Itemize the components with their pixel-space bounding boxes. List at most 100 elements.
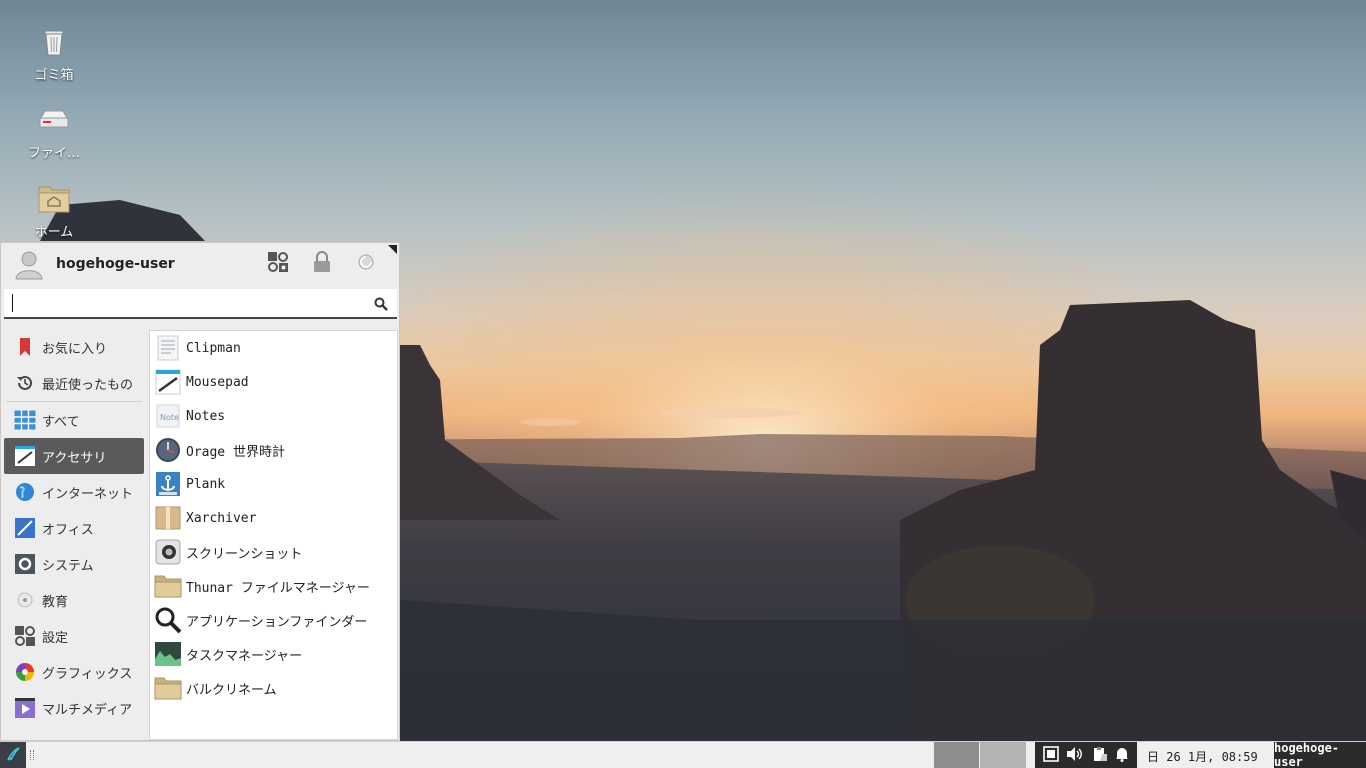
accessories-icon	[14, 445, 36, 467]
clipboard-tray-icon[interactable]	[1092, 746, 1108, 765]
app-item-bulk-rename[interactable]: バルクリネーム	[150, 671, 397, 705]
app-label: Thunar ファイルマネージャー	[186, 580, 370, 596]
category-list: お気に入り 最近使ったもの すべて アクセサリ インターネット オフィス システ…	[4, 329, 144, 726]
user-avatar-icon[interactable]	[13, 248, 45, 280]
office-icon	[14, 517, 36, 539]
desktop-icon-filesystem[interactable]: ファイ…	[22, 102, 86, 161]
app-item-task-manager[interactable]: タスクマネージャー	[150, 637, 397, 671]
folder-icon	[154, 674, 182, 702]
application-list: Clipman Mousepad Note Notes Orage 世界時計 P…	[149, 330, 398, 740]
desktop-icon-label: ファイ…	[27, 146, 80, 161]
workspace-1[interactable]	[934, 742, 979, 768]
settings-manager-icon	[267, 251, 289, 277]
app-item-screenshot[interactable]: スクリーンショット	[150, 535, 397, 569]
category-office[interactable]: オフィス	[4, 510, 144, 546]
volume-icon[interactable]	[1066, 746, 1084, 765]
category-internet[interactable]: インターネット	[4, 474, 144, 510]
desktop-icon-trash[interactable]: ゴミ箱	[22, 24, 86, 83]
menu-header: hogehoge-user	[1, 243, 399, 285]
app-item-mousepad[interactable]: Mousepad	[150, 365, 397, 399]
app-item-clipman[interactable]: Clipman	[150, 331, 397, 365]
category-label: 教育	[42, 594, 69, 610]
category-label: 最近使ったもの	[42, 377, 134, 393]
clock-icon	[154, 436, 182, 464]
logout-button[interactable]	[353, 251, 379, 277]
desktop-icon-label: ホーム	[34, 225, 74, 240]
graphics-icon	[14, 661, 36, 683]
text-editor-icon	[154, 368, 182, 396]
folder-icon	[154, 572, 182, 600]
clipboard-icon	[154, 334, 182, 362]
bottom-panel: 日 26 1月, 08:59 hogehoge-user	[0, 741, 1366, 768]
search-input[interactable]	[10, 292, 360, 314]
category-accessories[interactable]: アクセサリ	[4, 438, 144, 474]
multimedia-icon	[14, 697, 36, 719]
xfce-logo-icon	[5, 746, 21, 765]
search-box[interactable]	[4, 289, 397, 319]
app-label: Orage 世界時計	[186, 444, 285, 460]
app-label: Mousepad	[186, 374, 249, 390]
archive-box-icon	[154, 504, 182, 532]
drive-icon	[36, 102, 72, 138]
system-tray	[1035, 742, 1137, 768]
app-label: Xarchiver	[186, 510, 257, 526]
app-label: アプリケーションファインダー	[186, 614, 368, 630]
anchor-icon	[154, 470, 182, 498]
category-label: 設定	[42, 630, 69, 646]
app-item-plank[interactable]: Plank	[150, 467, 397, 501]
desktop-icon-home[interactable]: ホーム	[22, 181, 86, 240]
bookmark-icon	[14, 336, 36, 358]
category-label: インターネット	[42, 486, 134, 502]
app-item-app-finder[interactable]: アプリケーションファインダー	[150, 603, 397, 637]
category-label: システム	[42, 558, 94, 574]
category-label: グラフィックス	[42, 666, 133, 682]
whisker-menu-button[interactable]	[0, 742, 26, 768]
category-system[interactable]: システム	[4, 546, 144, 582]
settings-icon	[14, 625, 36, 647]
settings-manager-button[interactable]	[265, 251, 291, 277]
app-item-xarchiver[interactable]: Xarchiver	[150, 501, 397, 535]
category-favorites[interactable]: お気に入り	[4, 329, 144, 365]
panel-username[interactable]: hogehoge-user	[1274, 741, 1366, 768]
education-icon	[14, 589, 36, 611]
search-icon	[374, 296, 388, 315]
app-label: Notes	[186, 408, 226, 424]
username: hogehoge-user	[56, 256, 175, 272]
category-graphics[interactable]: グラフィックス	[4, 654, 144, 690]
trash-icon	[36, 24, 72, 60]
grid-icon	[14, 409, 36, 431]
category-recent[interactable]: 最近使ったもの	[4, 365, 144, 401]
category-education[interactable]: 教育	[4, 582, 144, 618]
lock-screen-button[interactable]	[309, 251, 335, 277]
category-multimedia[interactable]: マルチメディア	[4, 690, 144, 726]
globe-icon	[14, 481, 36, 503]
category-label: マルチメディア	[42, 702, 133, 718]
task-graph-icon	[154, 640, 182, 668]
category-label: アクセサリ	[42, 450, 107, 466]
category-settings[interactable]: 設定	[4, 618, 144, 654]
desktop-icon-label: ゴミ箱	[34, 68, 74, 83]
category-label: すべて	[42, 414, 80, 430]
system-icon	[14, 553, 36, 575]
svg-text:Note: Note	[160, 413, 179, 422]
panel-drag-handle[interactable]	[30, 750, 34, 760]
notification-bell-icon[interactable]	[1115, 746, 1129, 765]
app-item-notes[interactable]: Note Notes	[150, 399, 397, 433]
app-label: タスクマネージャー	[186, 648, 303, 664]
app-label: バルクリネーム	[186, 682, 277, 698]
clock[interactable]: 日 26 1月, 08:59	[1147, 748, 1258, 765]
camera-icon	[154, 538, 182, 566]
workspace-2[interactable]	[980, 742, 1026, 768]
app-item-orage-clock[interactable]: Orage 世界時計	[150, 433, 397, 467]
network-icon[interactable]	[1042, 745, 1059, 765]
category-all[interactable]: すべて	[4, 402, 144, 438]
category-label: オフィス	[42, 522, 94, 538]
app-label: スクリーンショット	[186, 546, 303, 562]
notes-icon: Note	[154, 402, 182, 430]
text-caret	[12, 294, 13, 312]
app-item-thunar[interactable]: Thunar ファイルマネージャー	[150, 569, 397, 603]
magnifier-icon	[154, 606, 182, 634]
application-menu: hogehoge-user お気に入り 最近使ったもの すべて アクセサリ イン…	[0, 242, 400, 741]
lock-screen-icon	[312, 251, 332, 277]
history-icon	[14, 372, 36, 394]
